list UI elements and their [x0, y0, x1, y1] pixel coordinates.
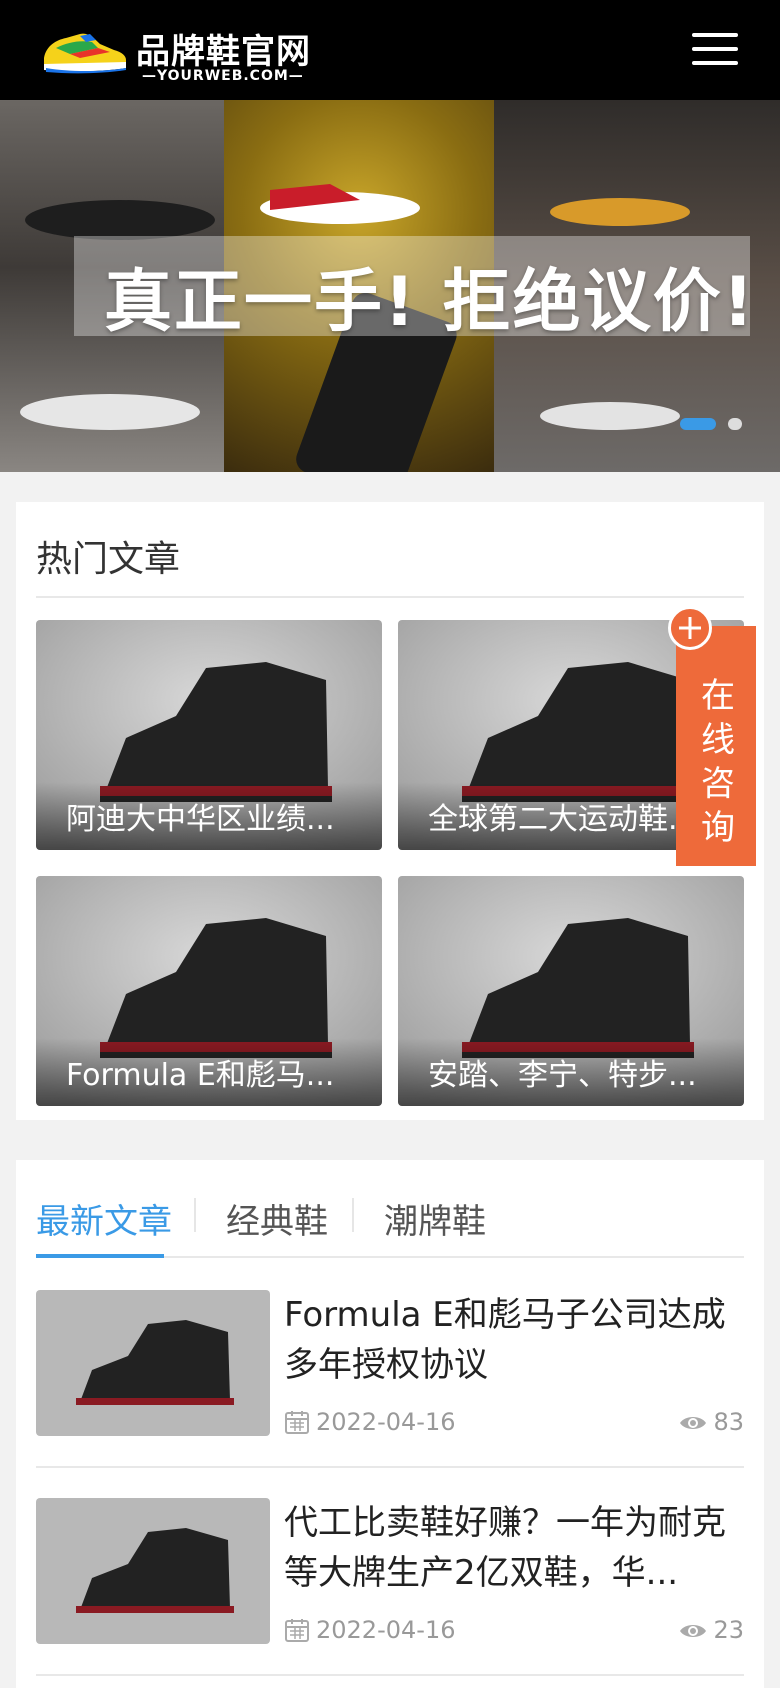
- hot-article-item[interactable]: 阿迪大中华区业绩...: [36, 620, 382, 850]
- hot-article-item[interactable]: 安踏、李宁、特步...: [398, 876, 744, 1106]
- eye-icon: [680, 1417, 707, 1429]
- divider: [36, 596, 744, 598]
- eye-icon: [680, 1625, 707, 1637]
- news-date: 2022-04-16: [284, 1408, 455, 1436]
- news-date: 2022-04-16: [284, 1616, 455, 1644]
- hot-article-title: 全球第二大运动鞋...: [428, 802, 697, 837]
- news-item[interactable]: 代工比卖鞋好赚？一年为耐克等大牌生产2亿双鞋，华... 2022-04-16 2…: [36, 1498, 744, 1688]
- section-title-hot: 热门文章: [36, 539, 181, 580]
- tab-divider: [194, 1198, 196, 1232]
- slide-dot-active[interactable]: [680, 418, 716, 430]
- header: 品牌鞋官网 —YOURWEB.COM—: [0, 0, 780, 100]
- news-thumbnail: [36, 1290, 270, 1436]
- tab-divider: [352, 1198, 354, 1232]
- divider: [36, 1466, 744, 1468]
- active-tab-indicator: [36, 1254, 164, 1258]
- hot-article-item[interactable]: Formula E和彪马...: [36, 876, 382, 1106]
- hamburger-menu-icon[interactable]: [692, 33, 738, 67]
- calendar-icon: [285, 1619, 309, 1642]
- hero-banner[interactable]: 真正一手! 拒绝议价!: [0, 100, 780, 472]
- plus-icon: [668, 606, 712, 650]
- tab-classic[interactable]: 经典鞋: [226, 1194, 328, 1243]
- sneaker-logo-icon: [44, 33, 126, 74]
- banner-caption: 真正一手! 拒绝议价!: [104, 263, 756, 342]
- news-title[interactable]: Formula E和彪马子公司达成多年授权协议: [284, 1290, 744, 1390]
- news-thumbnail: [36, 1498, 270, 1644]
- sneaker-thumbnail-image: [36, 1498, 270, 1644]
- news-item[interactable]: Formula E和彪马子公司达成多年授权协议 2022-04-16 83: [36, 1290, 744, 1498]
- news-views: 83: [679, 1408, 744, 1436]
- logo-title: 品牌鞋官网: [136, 32, 311, 72]
- hot-article-title: 安踏、李宁、特步...: [428, 1058, 697, 1093]
- latest-articles-card: 最新文章 经典鞋 潮牌鞋 Formula E和彪马子公司达成多年授权协议 202…: [16, 1160, 764, 1688]
- site-logo[interactable]: 品牌鞋官网 —YOURWEB.COM—: [40, 22, 340, 86]
- news-title[interactable]: 代工比卖鞋好赚？一年为耐克等大牌生产2亿双鞋，华...: [284, 1498, 744, 1598]
- online-consult-button[interactable]: 在线咨询: [668, 606, 756, 866]
- logo-subtitle: —YOURWEB.COM—: [142, 68, 304, 84]
- hot-articles-card: 热门文章 阿迪大中华区业绩... 全球第二大运动鞋... Formula E和彪…: [16, 502, 764, 1120]
- sneaker-thumbnail-image: [36, 1290, 270, 1436]
- news-views: 23: [679, 1616, 744, 1644]
- hot-article-title: 阿迪大中华区业绩...: [66, 802, 335, 837]
- tab-latest[interactable]: 最新文章: [36, 1194, 172, 1243]
- tab-trendy[interactable]: 潮牌鞋: [384, 1194, 486, 1243]
- hot-article-title: Formula E和彪马...: [66, 1058, 335, 1093]
- slide-dot[interactable]: [728, 418, 742, 430]
- online-consult-label: 在线咨询: [701, 676, 735, 848]
- divider: [36, 1674, 744, 1676]
- calendar-icon: [285, 1411, 309, 1434]
